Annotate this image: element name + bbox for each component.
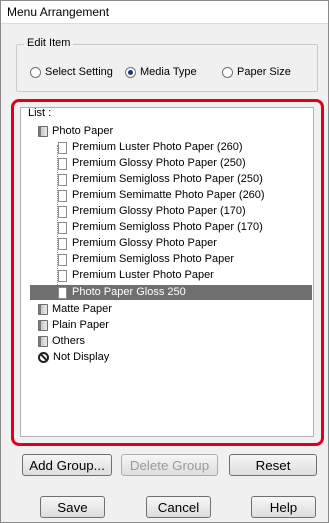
help-button[interactable]: Help bbox=[251, 496, 316, 518]
save-button[interactable]: Save bbox=[40, 496, 105, 518]
document-icon bbox=[58, 221, 67, 234]
radio-paper-size[interactable]: Paper Size bbox=[222, 66, 291, 78]
not-display-icon bbox=[38, 352, 49, 363]
list-item-label: Premium Luster Photo Paper (260) bbox=[72, 141, 243, 153]
list-item-label: Premium Semigloss Photo Paper (170) bbox=[72, 221, 263, 233]
list-item-label: Photo Paper bbox=[52, 125, 114, 137]
list-item-label: Premium Glossy Photo Paper (250) bbox=[72, 157, 246, 169]
window-title: Menu Arrangement bbox=[7, 5, 110, 19]
document-icon bbox=[58, 269, 67, 282]
radio-label: Select Setting bbox=[45, 66, 113, 78]
radio-label: Paper Size bbox=[237, 66, 291, 78]
list-item-label: Premium Glossy Photo Paper (170) bbox=[72, 205, 246, 217]
list-label: List : bbox=[28, 107, 52, 119]
list-item-label: Not Display bbox=[53, 351, 110, 363]
list-item[interactable]: Premium Luster Photo Paper bbox=[58, 268, 214, 283]
list-item-others[interactable]: Others bbox=[38, 334, 85, 349]
list-item-label: Premium Semigloss Photo Paper (250) bbox=[72, 173, 263, 185]
radio-label: Media Type bbox=[140, 66, 197, 78]
document-icon bbox=[58, 157, 67, 170]
folder-icon bbox=[38, 126, 48, 137]
folder-icon bbox=[38, 304, 48, 315]
list-item-label: Matte Paper bbox=[52, 303, 112, 315]
list-item[interactable]: Premium Semigloss Photo Paper (170) bbox=[58, 220, 263, 235]
document-icon bbox=[58, 205, 67, 218]
folder-icon bbox=[38, 336, 48, 347]
folder-icon bbox=[38, 320, 48, 331]
list-item[interactable]: Premium Glossy Photo Paper bbox=[58, 236, 217, 251]
edit-item-label: Edit Item bbox=[24, 37, 74, 49]
list-item-plain-paper[interactable]: Plain Paper bbox=[38, 318, 109, 333]
document-icon bbox=[58, 173, 67, 186]
document-icon bbox=[58, 237, 67, 250]
document-icon bbox=[58, 253, 67, 266]
add-group-button[interactable]: Add Group... bbox=[22, 454, 112, 476]
list-item[interactable]: Premium Semigloss Photo Paper (250) bbox=[58, 172, 263, 187]
list-item[interactable]: Premium Glossy Photo Paper (170) bbox=[58, 204, 246, 219]
list-item[interactable]: Premium Semigloss Photo Paper bbox=[58, 252, 234, 267]
radio-selected-icon bbox=[125, 66, 136, 78]
document-icon bbox=[58, 286, 67, 299]
cancel-button[interactable]: Cancel bbox=[146, 496, 211, 518]
list-item[interactable]: Premium Glossy Photo Paper (250) bbox=[58, 156, 246, 171]
list-item-label: Premium Semimatte Photo Paper (260) bbox=[72, 189, 265, 201]
title-bar: Menu Arrangement bbox=[1, 1, 328, 24]
document-icon bbox=[58, 141, 67, 154]
list-item-label: Premium Luster Photo Paper bbox=[72, 269, 214, 281]
delete-group-button[interactable]: Delete Group bbox=[121, 454, 218, 476]
radio-icon bbox=[222, 66, 233, 78]
list-item[interactable]: Premium Luster Photo Paper (260) bbox=[58, 140, 243, 155]
list-item-label: Premium Glossy Photo Paper bbox=[72, 237, 217, 249]
radio-media-type[interactable]: Media Type bbox=[125, 66, 197, 78]
radio-icon bbox=[30, 66, 41, 78]
list-item-label: Premium Semigloss Photo Paper bbox=[72, 253, 235, 265]
list-item-photo-paper[interactable]: Photo Paper bbox=[38, 124, 113, 139]
list-item-selected[interactable]: Photo Paper Gloss 250 bbox=[30, 285, 312, 300]
list-item-label: Others bbox=[52, 335, 86, 347]
list-item-label: Photo Paper Gloss 250 bbox=[72, 286, 186, 298]
radio-select-setting[interactable]: Select Setting bbox=[30, 66, 113, 78]
list-item-not-display[interactable]: Not Display bbox=[38, 350, 109, 365]
list-item-matte-paper[interactable]: Matte Paper bbox=[38, 302, 112, 317]
reset-button[interactable]: Reset bbox=[229, 454, 317, 476]
list-item[interactable]: Premium Semimatte Photo Paper (260) bbox=[58, 188, 265, 203]
document-icon bbox=[58, 189, 67, 202]
list-item-label: Plain Paper bbox=[52, 319, 109, 331]
